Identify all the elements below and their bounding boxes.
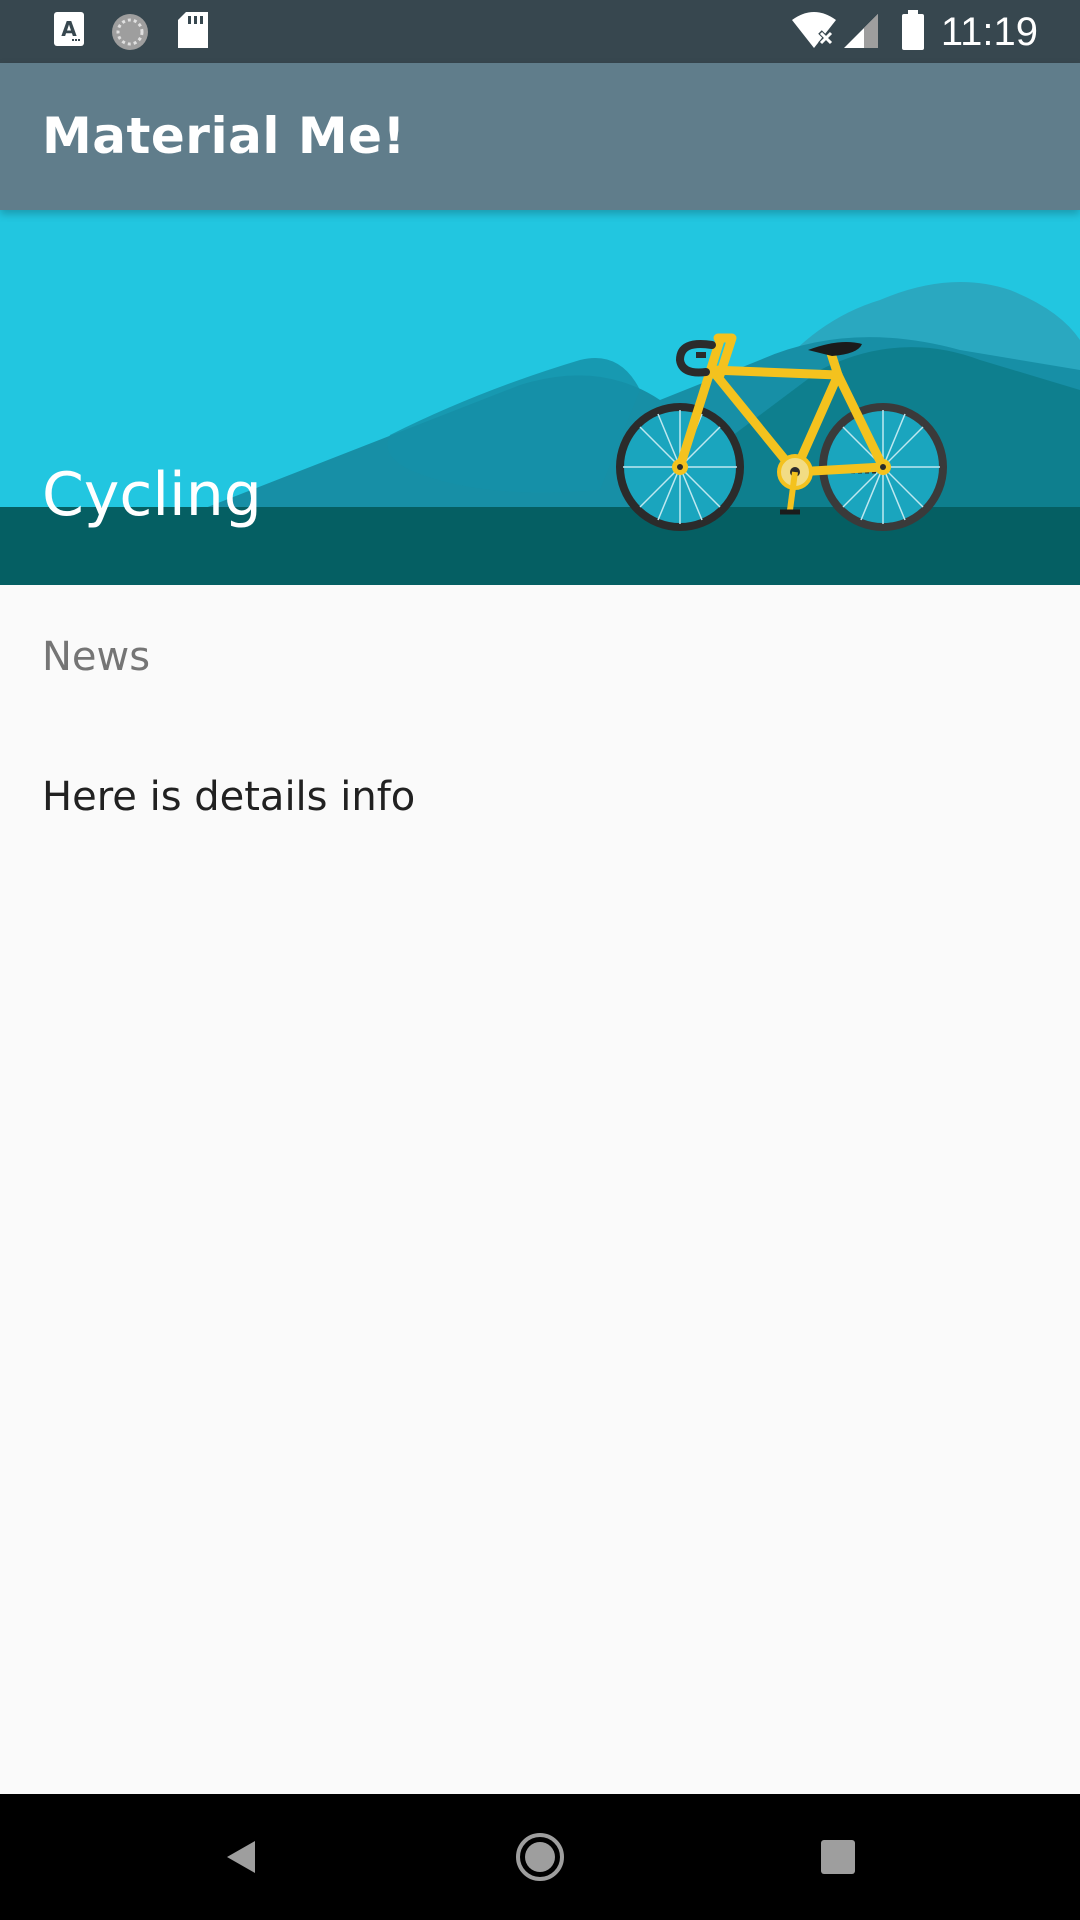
battery-icon [902, 10, 924, 54]
status-bar: A 11:19 [0, 0, 1080, 63]
accessibility-a-icon: A [54, 12, 86, 52]
home-icon [516, 1833, 564, 1881]
sync-circle-icon [110, 12, 150, 56]
cell-signal-icon [842, 12, 880, 54]
wifi-off-icon [790, 10, 838, 54]
status-time: 11:19 [940, 10, 1038, 54]
app-title: Material Me! [42, 107, 406, 165]
navigation-bar [0, 1794, 1080, 1920]
back-icon [227, 1841, 255, 1873]
sd-card-icon [178, 12, 210, 54]
sport-details-text: Here is details info [42, 774, 416, 820]
sport-subtitle: News [42, 634, 151, 680]
svg-text:A: A [61, 17, 77, 41]
app-bar: Material Me! [0, 63, 1080, 210]
recents-button[interactable] [803, 1822, 873, 1892]
back-button[interactable] [206, 1822, 276, 1892]
home-button[interactable] [505, 1822, 575, 1892]
recents-icon [821, 1840, 855, 1874]
sport-title: Cycling [42, 460, 262, 530]
